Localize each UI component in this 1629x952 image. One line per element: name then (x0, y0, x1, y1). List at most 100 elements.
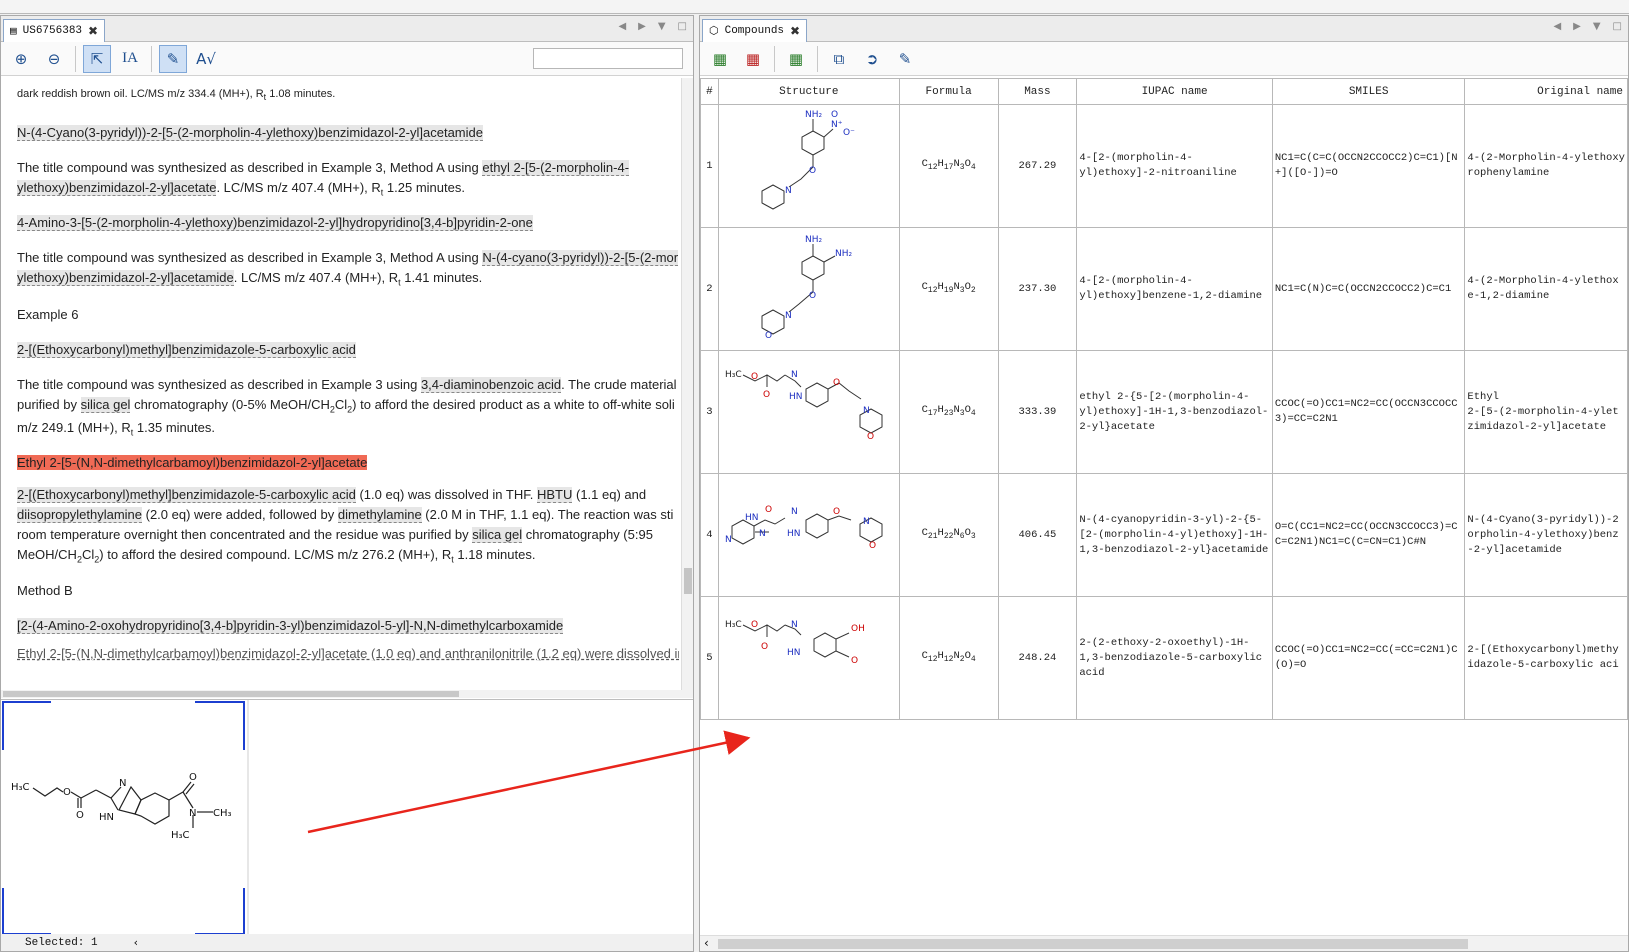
cell-structure[interactable]: H₃C O O O O N HN N (717, 350, 900, 474)
chemical-entity-link[interactable]: HBTU (536, 487, 573, 503)
selection-frame[interactable] (2, 701, 245, 935)
document-line: ylethoxy)benzimidazol-2-yl]acetate. LC/M… (17, 178, 465, 203)
close-tab-icon[interactable]: ✖ (790, 24, 800, 38)
delete-table-icon[interactable]: ▦ (739, 45, 767, 73)
cell-mass: 248.24 (997, 596, 1078, 720)
cell-number: 5 (700, 596, 719, 720)
atom-label: O (869, 541, 876, 551)
cell-original-name: 2-[(Ethoxycarbonyl)methy idazole-5-carbox… (1464, 596, 1628, 720)
chemical-entity-link[interactable]: ylethoxy)benzimidazol-2-yl]acetamide (17, 270, 234, 286)
table-row[interactable]: 4 HN N HN N N N O O O C21H22N6O3 406.45 N-(4-cyanopy… (700, 473, 1628, 597)
cell-structure[interactable]: HN N HN N N N O O O (717, 473, 900, 597)
col-header-original-name[interactable]: Original name (1464, 78, 1628, 105)
cell-structure[interactable]: NH₂ NH₂ O O N (717, 227, 900, 351)
annotate-icon[interactable]: ✎ (159, 44, 187, 73)
tab-menu-icon[interactable]: ▼ (1593, 21, 1601, 32)
atom-label: N (725, 535, 732, 545)
document-text-run: Example 6 (17, 307, 79, 322)
table-row[interactable]: 5 H₃C O O OH O N HN C12H12N2O4 248.24 2-(2-ethoxy-… (700, 596, 1628, 720)
col-header-iupac[interactable]: IUPAC name (1076, 78, 1273, 105)
structure-drawing[interactable]: H₃C OOOONHNN (721, 351, 897, 467)
atom-label: HN (99, 812, 114, 823)
atom-label: O (831, 110, 838, 120)
tab-prev-icon[interactable]: ◀ (1553, 21, 1561, 32)
search-input[interactable] (533, 48, 683, 69)
zoom-out-icon[interactable]: ⊖ (40, 45, 68, 73)
document-toolbar: ⊕ ⊖ ⇱ IA ✎ A√ (1, 42, 693, 76)
table-row[interactable]: 3 H₃C O O O O N HN N C17H23N3O4 333.39 ethyl 2-{5-[… (700, 350, 1628, 474)
chemical-entity-link[interactable]: 2-[(Ethoxycarbonyl)methyl]benzimidazole-… (17, 342, 356, 358)
chemical-entity-link[interactable]: diisopropylethylamine (17, 507, 143, 523)
chemical-entity-link[interactable]: N-(4-cyano(3-pyridyl))-2-[5-(2-mor (482, 250, 679, 266)
chemical-entity-link[interactable]: Ethyl 2-[5-(N,N-dimethylcarbamoyl)benzim… (17, 455, 368, 470)
table-horizontal-scrollbar[interactable]: ‹ (700, 935, 1628, 951)
status-scroll-left-icon[interactable]: ‹ (134, 936, 138, 949)
atom-label: O⁻ (843, 128, 855, 138)
chemical-entity-link[interactable]: silica gel (80, 397, 131, 413)
tab-compounds[interactable]: ⬡ Compounds ✖ (702, 19, 808, 42)
tab-document[interactable]: ▤ US6756383 ✖ (3, 19, 106, 42)
minimize-icon[interactable]: □ (1613, 21, 1622, 32)
add-table-icon[interactable]: ▦ (706, 45, 734, 73)
cell-structure[interactable]: NH₂ N⁺ O⁻ O O N (717, 104, 900, 228)
structure-drawing[interactable]: H₃C O O OH O N HN (721, 597, 897, 713)
scroll-thumb[interactable] (3, 691, 459, 697)
tab-prev-icon[interactable]: ◀ (618, 21, 626, 32)
atom-label: O (763, 390, 770, 400)
close-tab-icon[interactable]: ✖ (88, 24, 98, 38)
chemical-entity-link[interactable]: ylethoxy)benzimidazol-2-yl]acetate (17, 180, 217, 196)
scroll-thumb[interactable] (684, 568, 692, 594)
atom-label: O (63, 787, 71, 798)
scroll-thumb[interactable] (718, 939, 1468, 949)
atom-label: O (765, 331, 772, 341)
document-text-run: ) to afford the desired product as a whi… (352, 397, 675, 412)
cell-iupac: 4-[2-(morpholin-4-yl)ethoxy]-2-nitroanil… (1076, 104, 1273, 228)
chemical-entity-link[interactable]: 4-Amino-3-[5-(2-morpholin-4-ylethoxy)ben… (17, 215, 533, 231)
atom-label: O (765, 505, 772, 515)
compounds-pane: ⬡ Compounds ✖ ◀ ▶ ▼ □ ▦ ▦ ▦ ⧉ ➲ ✎ # Stru… (699, 15, 1629, 952)
import-icon[interactable]: ➲ (858, 45, 886, 73)
col-header-formula[interactable]: Formula (898, 78, 999, 105)
chemical-entity-link[interactable]: N-(4-Cyano(3-pyridyl))-2-[5-(2-morpholin… (17, 125, 483, 141)
col-header-smiles[interactable]: SMILES (1271, 78, 1466, 105)
compounds-icon: ⬡ (709, 26, 719, 38)
chemical-entity-link[interactable]: 3,4-diaminobenzoic acid (420, 377, 562, 393)
spell-check-icon[interactable]: A√ (192, 45, 220, 73)
tab-compounds-label: Compounds (724, 25, 785, 37)
chemical-entity-link[interactable]: dimethylamine (337, 507, 422, 523)
table-row[interactable]: 1 NH₂ N⁺ O⁻ O O N C12H17N3O4 267.29 4-[2-(morphol… (700, 104, 1628, 228)
col-header-number[interactable]: # (700, 78, 719, 105)
document-line: The title compound was synthesized as de… (17, 158, 630, 178)
table-row[interactable]: 2 NH₂ NH₂ O O N C12H19N3O2 237.30 4-[2-(morpholi… (700, 227, 1628, 351)
zoom-in-icon[interactable]: ⊕ (7, 45, 35, 73)
cell-number: 4 (700, 473, 719, 597)
scroll-left-icon[interactable]: ‹ (704, 936, 709, 950)
copy-icon[interactable]: ⧉ (825, 45, 853, 73)
structure-drawing[interactable]: NH₂ NH₂ O O N (721, 228, 897, 344)
select-mode-icon[interactable]: ⇱ (83, 44, 111, 73)
export-table-icon[interactable]: ▦ (782, 45, 810, 73)
document-vertical-scrollbar[interactable] (681, 78, 693, 690)
minimize-icon[interactable]: □ (678, 21, 687, 32)
text-select-icon[interactable]: IA (116, 45, 144, 73)
tab-next-icon[interactable]: ▶ (638, 21, 646, 32)
col-header-structure[interactable]: Structure (717, 78, 900, 105)
document-text-run: 1.41 minutes. (400, 270, 483, 285)
tab-next-icon[interactable]: ▶ (1573, 21, 1581, 32)
cell-structure[interactable]: H₃C O O OH O N HN (717, 596, 900, 720)
document-line: MeOH/CH2Cl2) to afford the desired compo… (17, 545, 535, 570)
document-horizontal-scrollbar[interactable] (1, 690, 693, 698)
edit-icon[interactable]: ✎ (891, 45, 919, 73)
structure-drawing[interactable]: HNNHNNNNO OO (721, 474, 897, 590)
cell-mass: 237.30 (997, 227, 1078, 351)
atom-label: O (751, 620, 758, 630)
chemical-entity-link[interactable]: ethyl 2-[5-(2-morpholin-4- (482, 160, 630, 176)
document-text-run: . LC/MS m/z 407.4 (MH+), R (216, 180, 381, 195)
chemical-entity-link[interactable]: 2-[(Ethoxycarbonyl)methyl]benzimidazole-… (17, 487, 356, 503)
cell-smiles: CCOC(=O)CC1=NC2=CC(OCCN3CCOCC3)=CC=C2N1 (1271, 350, 1466, 474)
tab-menu-icon[interactable]: ▼ (658, 21, 666, 32)
chemical-entity-link[interactable]: silica gel (472, 527, 523, 543)
chemical-entity-link[interactable]: [2-(4-Amino-2-oxohydropyridino[3,4-b]pyr… (17, 618, 564, 634)
col-header-mass[interactable]: Mass (997, 78, 1078, 105)
structure-drawing[interactable]: NH₂ N⁺O⁻ O O N (721, 105, 897, 221)
